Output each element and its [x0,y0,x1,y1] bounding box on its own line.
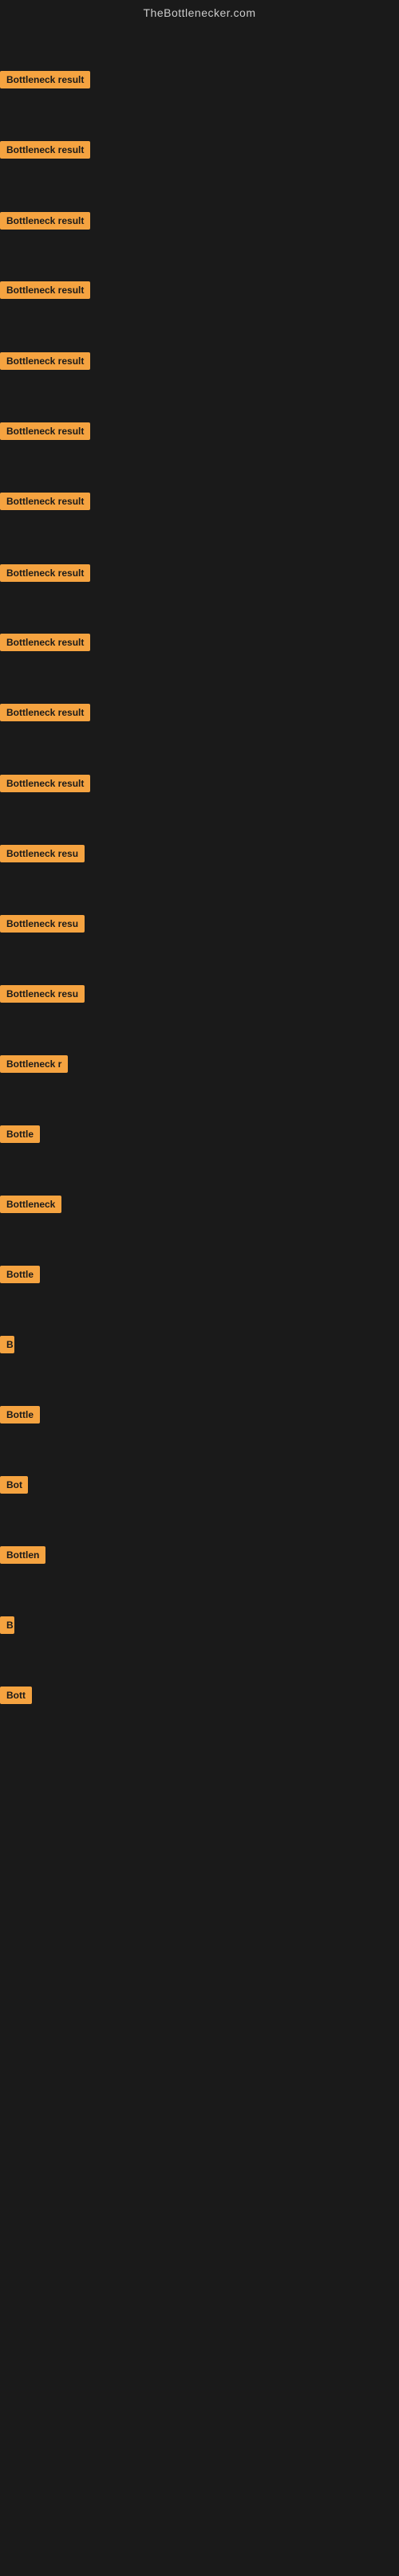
bottleneck-item-2[interactable]: Bottleneck result [0,141,90,163]
bottleneck-item-14[interactable]: Bottleneck resu [0,985,85,1007]
bottleneck-badge-1: Bottleneck result [0,71,90,88]
bottleneck-badge-24: Bott [0,1687,32,1704]
bottleneck-badge-13: Bottleneck resu [0,915,85,933]
bottleneck-badge-19: B [0,1336,14,1353]
bottleneck-item-7[interactable]: Bottleneck result [0,493,90,514]
bottleneck-item-5[interactable]: Bottleneck result [0,352,90,374]
site-title: TheBottlenecker.com [0,0,399,26]
bottleneck-item-22[interactable]: Bottlen [0,1546,45,1568]
bottleneck-item-12[interactable]: Bottleneck resu [0,845,85,866]
bottleneck-badge-15: Bottleneck r [0,1055,68,1073]
bottleneck-badge-10: Bottleneck result [0,704,90,721]
bottleneck-badge-17: Bottleneck [0,1196,61,1213]
bottleneck-item-13[interactable]: Bottleneck resu [0,915,85,937]
bottleneck-badge-3: Bottleneck result [0,212,90,230]
bottleneck-badge-16: Bottle [0,1125,40,1143]
bottleneck-item-4[interactable]: Bottleneck result [0,281,90,303]
bottleneck-badge-22: Bottlen [0,1546,45,1564]
bottleneck-item-9[interactable]: Bottleneck result [0,634,90,655]
bottleneck-item-8[interactable]: Bottleneck result [0,564,90,586]
bottleneck-item-18[interactable]: Bottle [0,1266,40,1287]
bottleneck-item-6[interactable]: Bottleneck result [0,422,90,444]
bottleneck-item-10[interactable]: Bottleneck result [0,704,90,725]
bottleneck-badge-11: Bottleneck result [0,775,90,792]
bottleneck-badge-6: Bottleneck result [0,422,90,440]
bottleneck-badge-5: Bottleneck result [0,352,90,370]
bottleneck-item-19[interactable]: B [0,1336,14,1357]
bottleneck-item-23[interactable]: B [0,1616,14,1638]
bottleneck-badge-18: Bottle [0,1266,40,1283]
bottleneck-badge-14: Bottleneck resu [0,985,85,1003]
bottleneck-item-11[interactable]: Bottleneck result [0,775,90,796]
bottleneck-badge-8: Bottleneck result [0,564,90,582]
bottleneck-badge-2: Bottleneck result [0,141,90,159]
bottleneck-item-15[interactable]: Bottleneck r [0,1055,68,1077]
bottleneck-badge-9: Bottleneck result [0,634,90,651]
bottleneck-badge-12: Bottleneck resu [0,845,85,862]
bottleneck-badge-21: Bot [0,1476,28,1494]
bottleneck-item-24[interactable]: Bott [0,1687,32,1708]
bottleneck-item-17[interactable]: Bottleneck [0,1196,61,1217]
bottleneck-item-16[interactable]: Bottle [0,1125,40,1147]
bottleneck-badge-7: Bottleneck result [0,493,90,510]
bottleneck-item-20[interactable]: Bottle [0,1406,40,1427]
bottleneck-badge-20: Bottle [0,1406,40,1423]
bottleneck-item-21[interactable]: Bot [0,1476,28,1498]
bottleneck-badge-4: Bottleneck result [0,281,90,299]
bottleneck-item-1[interactable]: Bottleneck result [0,71,90,92]
bottleneck-item-3[interactable]: Bottleneck result [0,212,90,234]
bottleneck-badge-23: B [0,1616,14,1634]
